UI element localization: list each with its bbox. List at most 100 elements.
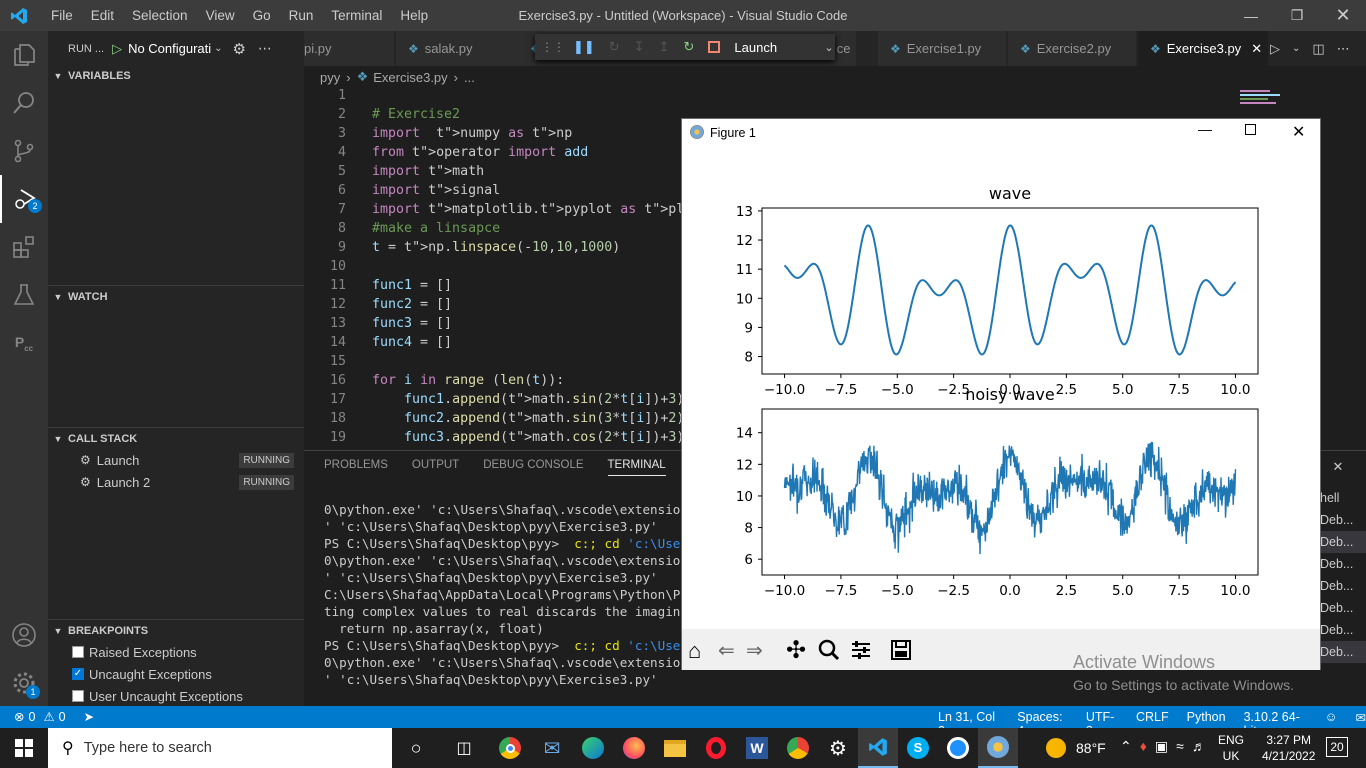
volume-icon[interactable]: ♬: [1192, 738, 1206, 755]
debug-status-icon[interactable]: ➤: [84, 709, 94, 724]
menu-edit[interactable]: Edit: [82, 8, 123, 23]
chrome-profile-icon[interactable]: [778, 728, 818, 768]
terminal-instance[interactable]: Deb...: [1320, 553, 1366, 575]
close-panel-icon[interactable]: ✕: [1333, 459, 1344, 474]
more-actions-icon[interactable]: ⋯: [1337, 41, 1350, 57]
code-line[interactable]: for i in range (len(t)):: [372, 373, 564, 388]
step-into-icon[interactable]: ↧: [634, 39, 645, 55]
terminal-instance[interactable]: Deb...: [1320, 531, 1366, 553]
checkbox-checked[interactable]: ✓: [72, 668, 84, 680]
task-view-icon[interactable]: ◫: [444, 728, 484, 768]
tab-debug-console[interactable]: DEBUG CONSOLE: [483, 459, 583, 476]
python-env-icon[interactable]: Pcc: [0, 319, 48, 367]
network-app-icon[interactable]: [938, 728, 978, 768]
minimize-icon[interactable]: —: [1228, 0, 1274, 31]
pause-icon[interactable]: ❚❚: [573, 39, 595, 55]
close-icon[interactable]: ✕: [1320, 0, 1366, 31]
breakpoint-raised[interactable]: Raised Exceptions: [72, 641, 197, 663]
menu-view[interactable]: View: [197, 8, 244, 23]
python-figure-taskbar-icon[interactable]: [978, 728, 1018, 768]
tab-salak[interactable]: ❖ salak.py: [396, 31, 526, 66]
more-actions-icon[interactable]: ⋯: [258, 40, 272, 57]
breakpoint-user-uncaught[interactable]: User Uncaught Exceptions: [72, 685, 243, 707]
code-line[interactable]: from t">operator import add: [372, 145, 588, 160]
windows-start-icon[interactable]: [4, 728, 44, 768]
back-arrow-icon[interactable]: ⇐: [718, 638, 735, 663]
variables-header[interactable]: ▼ VARIABLES: [48, 65, 304, 87]
split-editor-icon[interactable]: ◫: [1312, 41, 1324, 57]
explorer-icon[interactable]: [0, 31, 48, 79]
restore-icon[interactable]: ❐: [1274, 0, 1320, 31]
menu-terminal[interactable]: Terminal: [322, 8, 391, 23]
cortana-icon[interactable]: ○: [396, 728, 436, 768]
input-language[interactable]: ENG UK: [1218, 732, 1244, 764]
tab-exercise1[interactable]: ❖ Exercise1.py: [878, 31, 1006, 66]
forward-arrow-icon[interactable]: ⇒: [746, 638, 763, 663]
chevron-up-icon[interactable]: ⌃: [1120, 738, 1132, 755]
code-line[interactable]: func2 = []: [372, 297, 452, 312]
code-line[interactable]: import t">signal: [372, 183, 500, 198]
tab-problems[interactable]: PROBLEMS: [324, 459, 388, 476]
close-icon[interactable]: ✕: [1292, 122, 1305, 142]
tab-pi[interactable]: pi.py: [304, 31, 394, 66]
callstack-item[interactable]: ⚙ Launch RUNNING: [48, 449, 304, 471]
menu-go[interactable]: Go: [244, 8, 280, 23]
step-over-icon[interactable]: ↻: [609, 39, 620, 55]
vscode-taskbar-icon[interactable]: [858, 728, 898, 768]
minimize-icon[interactable]: —: [1198, 121, 1212, 137]
close-tab-icon[interactable]: ✕: [1251, 41, 1262, 57]
terminal-instance[interactable]: Deb...: [1320, 597, 1366, 619]
menu-selection[interactable]: Selection: [123, 8, 197, 23]
mail-icon[interactable]: ✉: [532, 728, 572, 768]
opera-icon[interactable]: [696, 728, 736, 768]
edge-icon[interactable]: [573, 728, 613, 768]
save-icon[interactable]: [890, 639, 912, 664]
file-explorer-icon[interactable]: [655, 728, 695, 768]
code-line[interactable]: import t">matplotlib.t">pyplot as t">plt: [372, 202, 692, 217]
drag-handle-icon[interactable]: ⋮⋮: [541, 40, 565, 54]
app-tray-icon[interactable]: ♦: [1140, 738, 1147, 755]
pan-icon[interactable]: ✣: [786, 636, 806, 665]
tab-exercise2[interactable]: ❖ Exercise2.py: [1008, 31, 1136, 66]
menu-file[interactable]: File: [42, 8, 82, 23]
debug-session-select[interactable]: Launch: [734, 40, 824, 55]
code-line[interactable]: func1.append(t">math.sin(2*t[i])+3): [372, 392, 684, 407]
code-line[interactable]: func1 = []: [372, 278, 452, 293]
code-line[interactable]: import t">math: [372, 164, 484, 179]
problems-status[interactable]: ⊗ 0 ⚠ 0 ➤: [14, 709, 94, 725]
chevron-down-icon[interactable]: ⌄: [214, 43, 222, 54]
start-debug-icon[interactable]: ▷: [112, 41, 122, 57]
tab-output[interactable]: OUTPUT: [412, 459, 459, 476]
chevron-down-icon[interactable]: ⌄: [824, 41, 833, 54]
terminal-instance[interactable]: Deb...: [1320, 509, 1366, 531]
stop-icon[interactable]: [708, 41, 721, 53]
terminal-instance[interactable]: hell: [1320, 487, 1366, 509]
chevron-down-icon[interactable]: ⌄: [1292, 43, 1300, 54]
callstack-item[interactable]: ⚙ Launch 2 RUNNING: [48, 471, 304, 493]
menu-run[interactable]: Run: [280, 8, 323, 23]
word-icon[interactable]: W: [737, 728, 777, 768]
settings-gear-icon[interactable]: 1: [0, 659, 48, 707]
code-line[interactable]: import t">numpy as t">np: [372, 126, 572, 141]
code-line[interactable]: func3 = []: [372, 316, 452, 331]
callstack-header[interactable]: ▼ CALL STACK: [48, 427, 304, 449]
wifi-icon[interactable]: ≈: [1176, 738, 1184, 755]
checkbox[interactable]: [72, 646, 84, 658]
menu-help[interactable]: Help: [391, 8, 437, 23]
code-line[interactable]: t = t">np.linspace(-10,10,1000): [372, 240, 620, 255]
testing-flask-icon[interactable]: [0, 271, 48, 319]
breakpoints-header[interactable]: ▼ BREAKPOINTS: [48, 619, 304, 641]
taskbar-search-input[interactable]: ⚲ Type here to search: [48, 728, 392, 768]
plot-canvas[interactable]: wave −10.0 −7.5 −5.0 −2.5 0.0 2.5 5.0 7.5 10.0 8 9 1…: [682, 147, 1320, 629]
step-out-icon[interactable]: ↥: [659, 39, 670, 55]
run-file-icon[interactable]: ▷: [1270, 41, 1280, 57]
terminal-output[interactable]: 0\python.exe' 'c:\Users\Shafaq\.vscode\e…: [324, 501, 711, 688]
location-icon[interactable]: ▣: [1155, 738, 1168, 755]
code-line[interactable]: func2.append(t">math.sin(3*t[i])+2): [372, 411, 684, 426]
checkbox[interactable]: [72, 690, 84, 702]
minimap[interactable]: [1240, 88, 1300, 118]
settings-icon[interactable]: ⚙: [818, 728, 858, 768]
maximize-icon[interactable]: [1245, 124, 1256, 135]
code-line[interactable]: func3.append(t">math.cos(2*t[i])+3): [372, 430, 684, 445]
skype-icon[interactable]: S: [898, 728, 938, 768]
